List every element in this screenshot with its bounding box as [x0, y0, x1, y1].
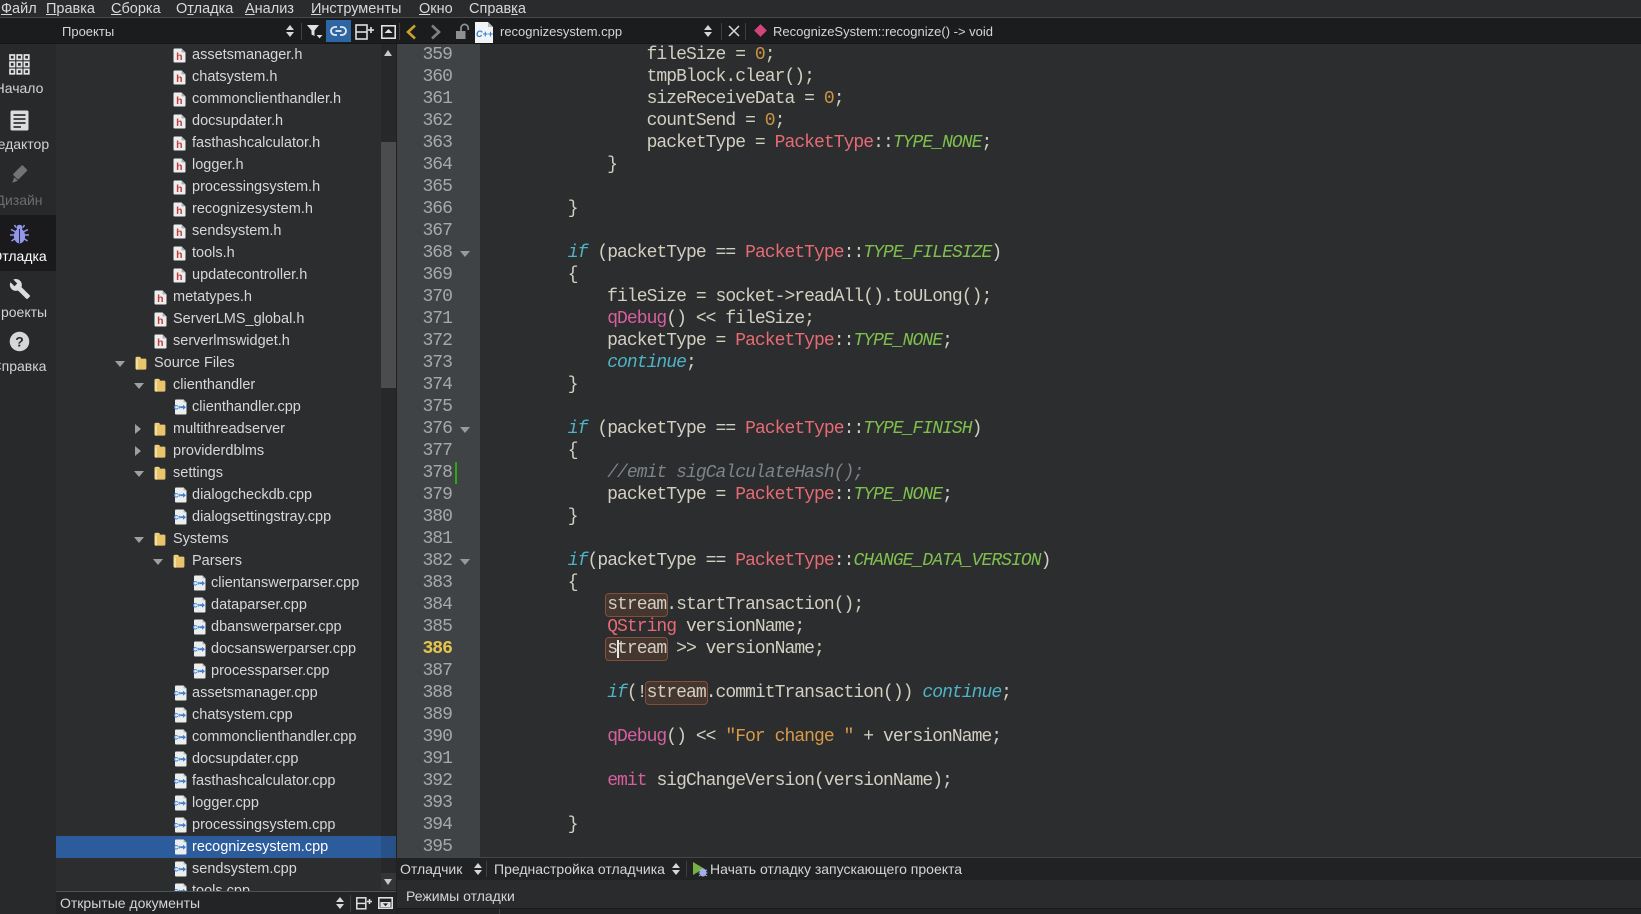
- svg-text:c: c: [193, 666, 198, 676]
- svg-text:h: h: [176, 271, 182, 283]
- svg-text:h: h: [176, 95, 182, 107]
- svg-text:c: c: [174, 402, 179, 412]
- svg-text:h: h: [176, 183, 182, 195]
- svg-text:h: h: [176, 205, 182, 217]
- svg-text:?: ?: [15, 334, 24, 350]
- svg-text:h: h: [176, 73, 182, 85]
- svg-text:c: c: [193, 600, 198, 610]
- svg-text:c: c: [174, 732, 179, 742]
- svg-text:h: h: [157, 337, 163, 349]
- svg-text:c: c: [193, 578, 198, 588]
- svg-text:h: h: [157, 293, 163, 305]
- svg-text:c: c: [174, 512, 179, 522]
- svg-text:c: c: [193, 644, 198, 654]
- svg-text:c: c: [174, 820, 179, 830]
- svg-text:c: c: [174, 798, 179, 808]
- svg-text:h: h: [176, 51, 182, 63]
- svg-text:c: c: [174, 710, 179, 720]
- svg-text:c: c: [193, 622, 198, 632]
- svg-text:h: h: [176, 249, 182, 261]
- svg-text:C++: C++: [476, 29, 494, 39]
- svg-text:h: h: [176, 227, 182, 239]
- svg-text:h: h: [176, 139, 182, 151]
- svg-text:h: h: [176, 161, 182, 173]
- svg-text:c: c: [174, 842, 179, 852]
- svg-text:h: h: [157, 315, 163, 327]
- svg-text:c: c: [174, 688, 179, 698]
- svg-text:c: c: [174, 864, 179, 874]
- svg-text:c: c: [174, 490, 179, 500]
- svg-text:h: h: [176, 117, 182, 129]
- svg-text:c: c: [174, 754, 179, 764]
- svg-text:c: c: [174, 776, 179, 786]
